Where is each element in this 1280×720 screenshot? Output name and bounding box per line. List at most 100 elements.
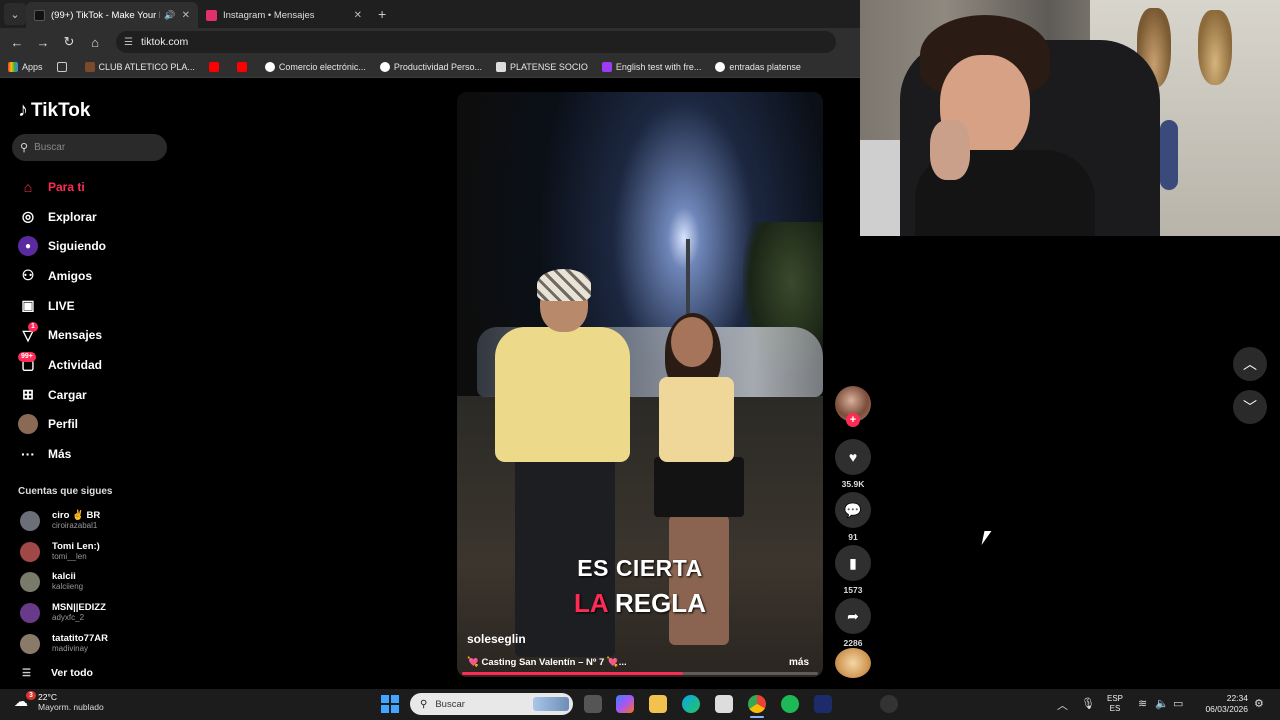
address-bar[interactable]: ☰ tiktok.com <box>116 31 836 53</box>
bookmark-comercio[interactable]: Comercio electrónic... <box>264 61 366 72</box>
avatar <box>20 572 40 592</box>
tab-title: Instagram • Mensajes <box>223 9 315 21</box>
account-name: Tomi Len:) <box>52 541 100 552</box>
close-tab-icon[interactable]: ✕ <box>354 10 362 21</box>
bookmark-label: Comercio electrónic... <box>278 61 366 72</box>
microphone-icon[interactable]: 🎙 <box>1081 697 1095 710</box>
chrome-icon[interactable] <box>748 695 766 713</box>
close-tab-icon[interactable]: ✕ <box>182 10 190 21</box>
instagram-favicon-icon <box>206 9 217 21</box>
search-icon: ⚲ <box>420 698 428 710</box>
site-info-icon[interactable]: ☰ <box>124 37 133 48</box>
video-author[interactable]: soleseglin <box>467 632 526 646</box>
show-hidden-icons-chevron-icon[interactable]: ︿ <box>1057 697 1068 713</box>
task-view-icon[interactable] <box>584 695 602 713</box>
bookmark-grid[interactable] <box>56 61 71 72</box>
account-username: ciroirazabal1 <box>52 521 98 530</box>
following-account[interactable]: kalcii kalciieng <box>20 569 190 595</box>
following-account[interactable]: tatatito77AR madivinay <box>20 631 190 657</box>
language-indicator[interactable]: ESP ES <box>1107 694 1123 714</box>
new-tab-plus-icon[interactable]: + <box>378 6 386 22</box>
clock[interactable]: 22:34 06/03/2026 <box>1200 693 1248 715</box>
comment-button[interactable]: 💬 91 <box>835 492 871 542</box>
tab-search-chevron-icon[interactable]: ⌄ <box>4 3 26 25</box>
see-all-link[interactable]: ☰ Ver todo <box>22 667 93 679</box>
browser-toolbar: ← → ↻ ⌂ ☰ tiktok.com <box>0 28 860 56</box>
music-disc-icon[interactable] <box>835 648 871 678</box>
wifi-icon[interactable]: ≋ <box>1138 697 1147 710</box>
volume-icon[interactable]: 🔈 <box>1155 697 1169 710</box>
weather-widget[interactable]: ☁ 3 22°C Mayorm. nublado <box>14 691 104 712</box>
bookmark-platense-socio[interactable]: PLATENSE SOCIO <box>495 61 588 72</box>
app-icon[interactable] <box>880 695 898 713</box>
menu-label: Perfil <box>48 417 79 432</box>
following-account[interactable]: MSN||EDIZZ adyxfc_2 <box>20 600 190 626</box>
webcam-overlay <box>860 0 1280 236</box>
forward-arrow-icon[interactable]: → <box>30 29 56 55</box>
taskbar-search-input[interactable]: ⚲ Buscar <box>410 693 573 715</box>
battery-icon[interactable]: ▭ <box>1173 697 1183 710</box>
windows-start-icon[interactable] <box>381 695 399 713</box>
next-video-chevron-down-icon[interactable]: ﹀ <box>1233 390 1267 424</box>
menu-item-mensajes[interactable]: ▽ 1 Mensajes <box>18 320 198 350</box>
home-browser-icon[interactable]: ⌂ <box>82 29 108 55</box>
following-title: Cuentas que sigues <box>18 486 113 497</box>
like-count: 35.9K <box>841 479 865 489</box>
spotify-icon[interactable] <box>781 695 799 713</box>
bookmark-apps[interactable]: Apps <box>8 61 43 72</box>
bookmark-entradas[interactable]: entradas platense <box>715 61 801 72</box>
like-button[interactable]: ♥ 35.9K <box>835 439 871 489</box>
menu-item-cargar[interactable]: ⊞ Cargar <box>18 380 198 410</box>
bookmark-english-test[interactable]: English test with fre... <box>601 61 701 72</box>
file-explorer-icon[interactable] <box>649 695 667 713</box>
copilot-icon[interactable] <box>616 695 634 713</box>
menu-item-siguiendo[interactable]: ● Siguiendo <box>18 231 198 261</box>
app-icon[interactable] <box>814 695 832 713</box>
tiktok-logo[interactable]: ♪ TikTok <box>18 99 90 122</box>
search-input[interactable]: ⚲ Buscar <box>12 134 167 161</box>
previous-video-chevron-up-icon[interactable]: ︿ <box>1233 347 1267 381</box>
account-name: MSN||EDIZZ <box>52 602 106 613</box>
menu-item-para-ti[interactable]: ⌂ Para ti <box>18 172 198 202</box>
store-icon[interactable] <box>715 695 733 713</box>
more-link[interactable]: más <box>789 657 809 668</box>
microphone-image <box>1160 120 1178 190</box>
back-arrow-icon[interactable]: ← <box>4 29 30 55</box>
notifications-icon[interactable]: ⚙ <box>1254 697 1264 710</box>
bookmark-club[interactable]: CLUB ATLETICO PLA... <box>84 61 195 72</box>
menu-item-live[interactable]: ▣ LIVE <box>18 291 198 321</box>
follow-plus-icon[interactable]: + <box>846 413 860 427</box>
tab-instagram[interactable]: Instagram • Mensajes ✕ <box>198 2 370 28</box>
reload-icon[interactable]: ↻ <box>56 29 82 55</box>
lang-region: ES <box>1109 704 1121 713</box>
time: 22:34 <box>1226 693 1248 703</box>
tab-title: (99+) TikTok - Make Your D <box>51 9 161 21</box>
video-player[interactable]: ES CIERTA LA REGLA soleseglin 💘 Casting … <box>457 92 823 677</box>
menu-item-perfil[interactable]: Perfil <box>18 410 198 440</box>
edge-icon[interactable] <box>682 695 700 713</box>
search-placeholder: Buscar <box>34 142 66 153</box>
more-icon: ··· <box>21 446 35 463</box>
save-button[interactable]: ▮ 1573 <box>835 545 871 595</box>
menu-label: Actividad <box>48 357 103 372</box>
menu-item-explorar[interactable]: ◎ Explorar <box>18 202 198 232</box>
tab-tiktok[interactable]: (99+) TikTok - Make Your D 🔊 ✕ <box>26 2 198 28</box>
menu-label: Cargar <box>48 387 87 402</box>
menu-item-amigos[interactable]: ⚇ Amigos <box>18 261 198 291</box>
bookmark-youtube-1[interactable] <box>208 61 223 72</box>
search-icon: ⚲ <box>20 142 29 154</box>
menu-item-actividad[interactable]: ▢ 99+ Actividad <box>18 350 198 380</box>
lang-code: ESP <box>1107 694 1124 703</box>
video-progress-bar[interactable] <box>462 672 818 675</box>
following-account[interactable]: Tomi Len:) tomi__len <box>20 539 190 565</box>
video-caption-line1: ES CIERTA <box>577 555 703 581</box>
bookmark-youtube-2[interactable] <box>236 61 251 72</box>
speaker-icon[interactable]: 🔊 <box>164 10 175 21</box>
avatar <box>20 603 40 623</box>
menu-item-mas[interactable]: ··· Más <box>18 439 198 469</box>
following-account[interactable]: ciro ✌️ BR ciroirazabal1 <box>20 508 190 534</box>
comment-count: 91 <box>848 532 858 542</box>
bookmark-productividad[interactable]: Productividad Perso... <box>379 61 482 72</box>
profile-icon <box>18 414 38 435</box>
share-button[interactable]: ➦ 2286 <box>835 598 871 648</box>
